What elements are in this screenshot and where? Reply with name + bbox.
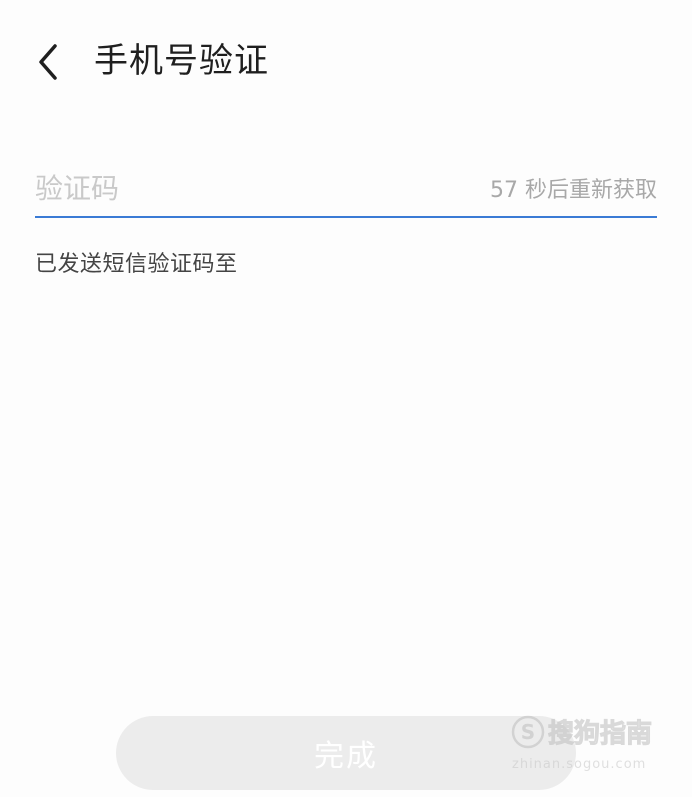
page-title: 手机号验证 — [94, 41, 269, 81]
back-button[interactable] — [26, 40, 70, 84]
done-button[interactable]: 完成 — [116, 716, 576, 790]
chevron-left-icon — [39, 44, 57, 80]
verification-code-input[interactable] — [35, 166, 415, 210]
sms-sent-hint: 已发送短信验证码至 — [35, 252, 238, 277]
verification-code-row: 57 秒后重新获取 — [35, 160, 657, 218]
resend-countdown: 57 秒后重新获取 — [490, 178, 657, 203]
phone-verification-screen: 手机号验证 57 秒后重新获取 已发送短信验证码至 完成 S 搜狗指南 zhin… — [0, 0, 692, 797]
